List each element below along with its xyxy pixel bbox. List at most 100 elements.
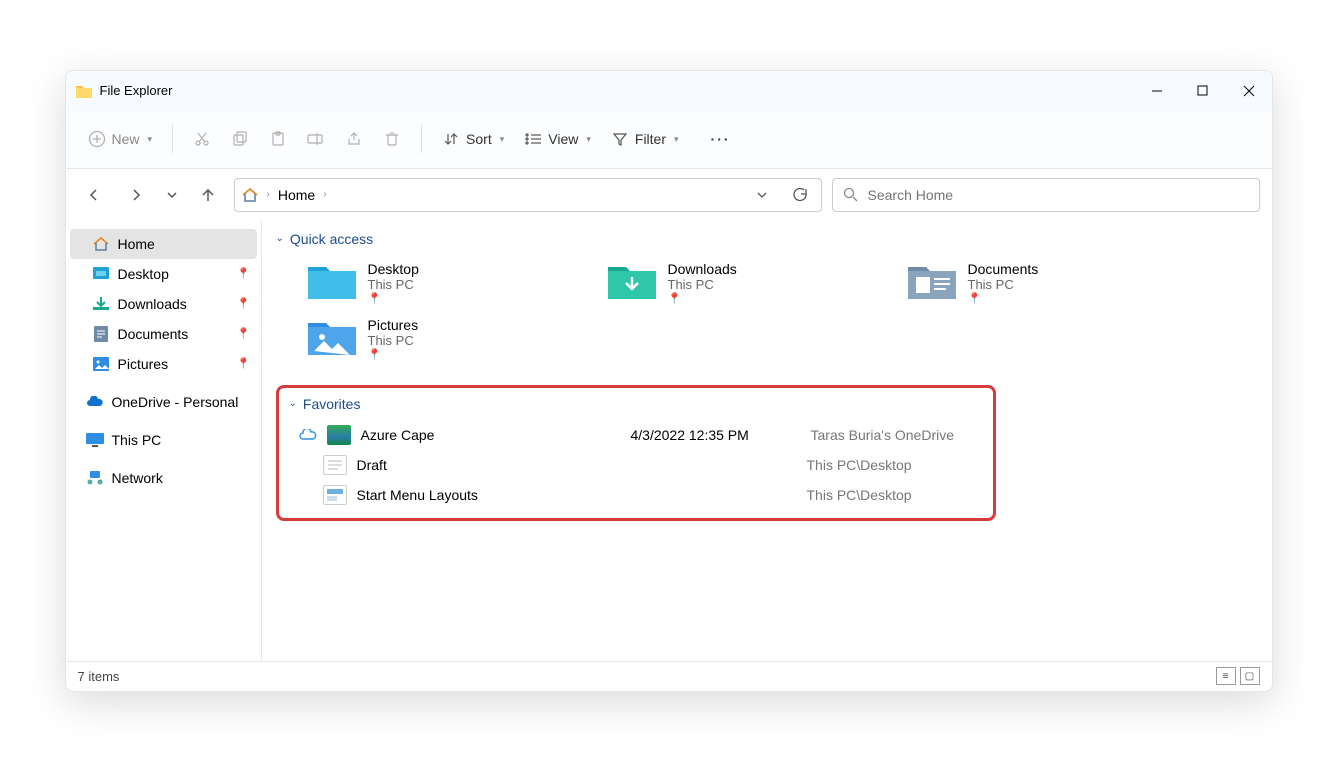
quick-access-grid: Desktop This PC 📍 Downloads This PC 📍 — [306, 255, 1258, 367]
body: Home Desktop 📍 Downloads 📍 Documents 📍 P… — [66, 221, 1272, 661]
item-count: 7 items — [78, 669, 120, 684]
refresh-button[interactable] — [785, 187, 815, 202]
chevron-down-icon: ▾ — [500, 134, 505, 145]
search-box[interactable] — [832, 178, 1260, 212]
cloud-icon — [299, 429, 323, 441]
folder-icon — [906, 261, 958, 301]
filter-button[interactable]: Filter ▾ — [603, 124, 687, 154]
sidebar-item-label: Desktop — [118, 266, 169, 282]
plus-circle-icon — [88, 130, 106, 148]
share-icon — [345, 130, 363, 148]
maximize-button[interactable] — [1180, 71, 1226, 111]
item-name: Pictures — [368, 317, 419, 333]
search-icon — [843, 187, 858, 202]
downloads-icon — [92, 295, 110, 313]
details-view-toggle[interactable]: ≡ — [1216, 667, 1236, 685]
favorite-item-draft[interactable]: Draft This PC\Desktop — [289, 450, 983, 480]
item-location: This PC\Desktop — [807, 487, 912, 503]
item-sub: This PC — [368, 277, 419, 292]
back-button[interactable] — [78, 179, 110, 211]
chevron-right-icon: › — [267, 189, 270, 200]
chevron-down-icon: ▾ — [674, 134, 679, 145]
recent-chevron-button[interactable] — [162, 179, 182, 211]
paste-icon — [269, 130, 287, 148]
item-location: Taras Buria's OneDrive — [811, 427, 955, 443]
quick-access-pictures[interactable]: Pictures This PC 📍 — [306, 311, 566, 367]
quick-access-downloads[interactable]: Downloads This PC 📍 — [606, 255, 866, 311]
copy-icon — [231, 130, 249, 148]
item-sub: This PC — [668, 277, 737, 292]
filter-label: Filter — [635, 131, 666, 147]
image-thumbnail — [327, 425, 351, 445]
search-input[interactable] — [868, 187, 1249, 203]
close-button[interactable] — [1226, 71, 1272, 111]
view-icon — [524, 130, 542, 148]
folder-icon — [306, 317, 358, 357]
item-name: Azure Cape — [361, 427, 631, 443]
sort-label: Sort — [466, 131, 492, 147]
pin-icon: 📍 — [237, 297, 251, 310]
pin-icon: 📍 — [368, 348, 419, 361]
sidebar-item-label: OneDrive - Personal — [112, 394, 239, 410]
sidebar: Home Desktop 📍 Downloads 📍 Documents 📍 P… — [66, 221, 262, 661]
copy-button[interactable] — [223, 124, 257, 154]
paste-button[interactable] — [261, 124, 295, 154]
sidebar-item-label: Downloads — [118, 296, 187, 312]
cut-button[interactable] — [185, 124, 219, 154]
navigation-row: › Home › — [66, 169, 1272, 221]
item-name: Downloads — [668, 261, 737, 277]
favorite-item-azure-cape[interactable]: Azure Cape 4/3/2022 12:35 PM Taras Buria… — [289, 420, 983, 450]
sidebar-item-label: Documents — [118, 326, 189, 342]
sort-icon — [442, 130, 460, 148]
rename-button[interactable] — [299, 124, 333, 154]
sidebar-item-documents[interactable]: Documents 📍 — [66, 319, 261, 349]
favorites-header[interactable]: ⌄ Favorites — [289, 396, 983, 412]
sidebar-item-label: Pictures — [118, 356, 169, 372]
sidebar-item-desktop[interactable]: Desktop 📍 — [66, 259, 261, 289]
minimize-button[interactable] — [1134, 71, 1180, 111]
favorite-item-start-menu[interactable]: Start Menu Layouts This PC\Desktop — [289, 480, 983, 510]
sidebar-item-onedrive[interactable]: OneDrive - Personal — [66, 387, 261, 417]
sidebar-item-downloads[interactable]: Downloads 📍 — [66, 289, 261, 319]
chevron-down-icon: ▾ — [148, 134, 153, 145]
quick-access-header[interactable]: ⌄ Quick access — [276, 231, 1258, 247]
sidebar-item-network[interactable]: Network — [66, 463, 261, 493]
chevron-down-icon: ▾ — [586, 134, 591, 145]
item-location: This PC\Desktop — [807, 457, 912, 473]
content-area: ⌄ Quick access Desktop This PC 📍 Downloa… — [262, 221, 1272, 661]
quick-access-documents[interactable]: Documents This PC 📍 — [906, 255, 1166, 311]
view-label: View — [548, 131, 578, 147]
titlebar: File Explorer — [66, 71, 1272, 111]
address-bar[interactable]: › Home › — [234, 178, 822, 212]
item-sub: This PC — [968, 277, 1039, 292]
share-button[interactable] — [337, 124, 371, 154]
chevron-down-icon: ⌄ — [289, 398, 297, 409]
sidebar-item-label: Network — [112, 470, 163, 486]
forward-button[interactable] — [120, 179, 152, 211]
delete-button[interactable] — [375, 124, 409, 154]
breadcrumb-home[interactable]: Home — [278, 187, 315, 203]
item-sub: This PC — [368, 333, 419, 348]
folder-icon — [306, 261, 358, 301]
view-button[interactable]: View ▾ — [516, 124, 599, 154]
documents-icon — [92, 325, 110, 343]
sort-button[interactable]: Sort ▾ — [434, 124, 512, 154]
desktop-icon — [92, 265, 110, 283]
sidebar-item-pictures[interactable]: Pictures 📍 — [66, 349, 261, 379]
more-button[interactable]: ··· — [703, 125, 739, 153]
up-button[interactable] — [192, 179, 224, 211]
sidebar-item-thispc[interactable]: This PC — [66, 425, 261, 455]
address-chevron-button[interactable] — [747, 189, 777, 201]
home-icon — [92, 235, 110, 253]
thispc-icon — [86, 431, 104, 449]
large-icons-view-toggle[interactable]: ▢ — [1240, 667, 1260, 685]
pin-icon: 📍 — [368, 292, 419, 305]
window: File Explorer New ▾ Sort ▾ View ▾ — [65, 70, 1273, 692]
quick-access-desktop[interactable]: Desktop This PC 📍 — [306, 255, 566, 311]
home-icon — [241, 186, 259, 204]
item-name: Draft — [357, 457, 627, 473]
rename-icon — [307, 130, 325, 148]
sidebar-item-home[interactable]: Home — [70, 229, 257, 259]
new-button[interactable]: New ▾ — [80, 124, 161, 154]
sidebar-item-label: This PC — [112, 432, 162, 448]
